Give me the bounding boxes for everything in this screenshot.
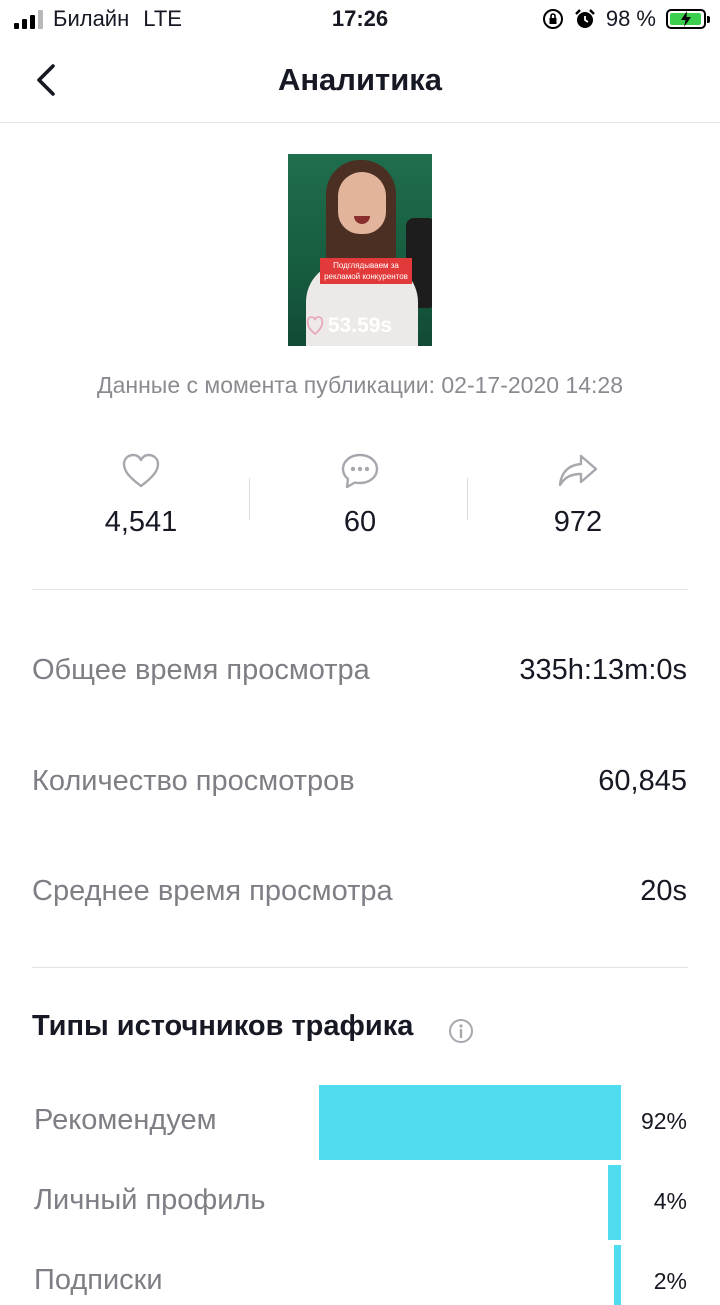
traffic-source-label: Личный профиль <box>34 1184 266 1216</box>
video-thumbnail[interactable]: Подглядываем за рекламой конкурентов 53.… <box>288 154 432 346</box>
battery-icon <box>666 9 710 29</box>
views-label: Количество просмотров <box>32 765 355 797</box>
total-watch-label: Общее время просмотра <box>32 654 370 686</box>
comments-count: 60 <box>343 506 377 538</box>
likes-stat: 4,541 <box>31 452 251 539</box>
traffic-source-bar <box>319 1085 621 1160</box>
orientation-lock-icon <box>542 9 563 29</box>
video-duration: 53.59s <box>327 314 393 337</box>
avg-watch-label: Среднее время просмотра <box>32 875 393 907</box>
shares-stat: 972 <box>468 452 688 539</box>
traffic-source-percent: 4% <box>653 1188 687 1214</box>
traffic-source-percent: 2% <box>653 1268 687 1294</box>
divider <box>32 589 688 590</box>
status-bar: Билайн LTE 17:26 98 % <box>0 0 720 40</box>
comment-icon <box>341 453 379 489</box>
divider <box>32 967 688 968</box>
traffic-source-label: Подписки <box>34 1264 163 1296</box>
publish-date: Данные с момента публикации: 02-17-2020 … <box>97 372 623 398</box>
section-title: Типы источников трафика <box>32 1010 414 1042</box>
header: Аналитика <box>0 40 720 123</box>
shares-count: 972 <box>553 506 603 538</box>
traffic-source-bar <box>608 1165 621 1240</box>
share-arrow-icon <box>558 454 598 487</box>
heart-icon <box>122 453 160 488</box>
total-watch-value: 335h:13m:0s <box>519 654 687 686</box>
traffic-source-label: Рекомендуем <box>34 1104 217 1136</box>
avg-watch-value: 20s <box>640 875 687 907</box>
status-right: 98 % <box>542 6 710 32</box>
video-caption: Подглядываем за рекламой конкурентов <box>320 258 412 284</box>
alarm-icon <box>574 9 595 28</box>
info-icon[interactable] <box>448 1018 474 1044</box>
likes-count: 4,541 <box>104 506 178 538</box>
traffic-source-bar <box>614 1245 621 1305</box>
comments-stat: 60 <box>250 452 470 539</box>
traffic-source-percent: 92% <box>640 1108 687 1134</box>
views-value: 60,845 <box>598 765 687 797</box>
battery-percent: 98 % <box>605 6 656 31</box>
page-title: Аналитика <box>277 62 443 97</box>
